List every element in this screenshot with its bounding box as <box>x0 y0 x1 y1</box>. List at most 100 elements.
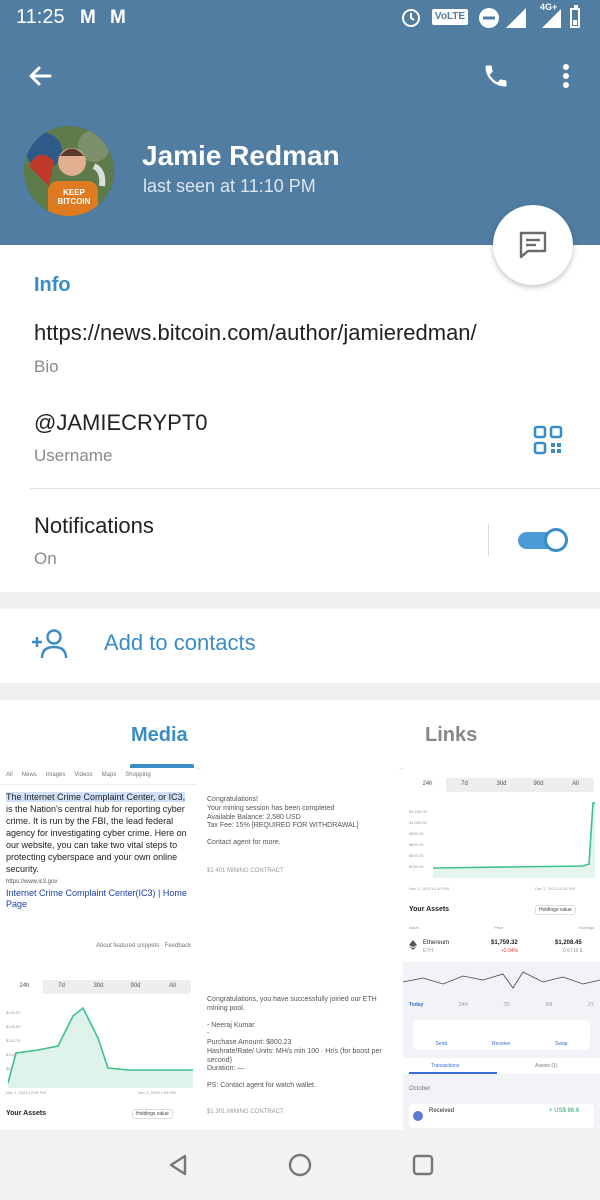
asset-name: Ethereum <box>423 940 450 946</box>
triangle-back-icon <box>169 1154 187 1176</box>
message-line: Available Balance: 2,580 USD <box>207 813 301 821</box>
message-line: Duration: — <box>207 1065 245 1073</box>
tab-links[interactable]: Links <box>425 724 477 747</box>
username-label: Username <box>34 446 113 465</box>
status-time: 11:25 <box>16 6 65 28</box>
dnd-icon <box>478 7 500 34</box>
chart-date: Nov 1, 2023 1:55 PM <box>138 1090 176 1095</box>
phone-icon <box>485 65 507 87</box>
asset-price: $1,759.32 <box>491 940 518 946</box>
call-button[interactable] <box>476 56 516 96</box>
volte-badge: VoLTE <box>432 9 468 25</box>
result-link: Internet Crime Complaint Center(IC3) | H… <box>6 888 187 909</box>
column-header: Price <box>494 925 504 930</box>
signal-icon <box>506 8 526 28</box>
snippet-footer: About featured snippets · Feedback <box>95 942 191 949</box>
recents-nav-button[interactable] <box>405 1147 441 1183</box>
range-tab: All <box>572 781 579 787</box>
period-tab: 24H <box>458 1002 469 1008</box>
notifications-label: Notifications <box>34 513 154 538</box>
snippet-text: is the Nation's central hub for reportin… <box>6 803 187 874</box>
media-thumbnail[interactable]: Congratulations, you have successfully j… <box>201 962 399 1130</box>
add-person-icon <box>30 628 70 665</box>
transactions-tab: Transactions <box>431 1063 460 1069</box>
battery-icon <box>570 5 580 28</box>
add-to-contacts-row[interactable] <box>0 609 600 683</box>
message-line: Tax Fee: 15% [REQUIRED FOR WITHDRAWAL] <box>207 822 359 830</box>
qr-code-button[interactable] <box>528 420 568 460</box>
chat-icon <box>519 231 547 259</box>
range-tab: 24h <box>409 778 446 792</box>
media-thumbnail[interactable]: 24h 7d 30d 90d All $140.67 $126.59 $115.… <box>0 962 197 1130</box>
signal-icon <box>542 9 561 28</box>
y-tick: $1,200.00 <box>409 809 427 814</box>
period-tab: 7D <box>503 1002 510 1008</box>
avatar[interactable]: KEEP BITCOIN <box>24 126 114 216</box>
search-tab: All <box>6 772 13 778</box>
info-title: Info <box>34 274 71 296</box>
add-to-contacts-label: Add to contacts <box>104 630 256 655</box>
source-url: https://www.ic3.gov <box>6 878 58 885</box>
message-button[interactable] <box>493 205 573 285</box>
message-line: - <box>207 1030 210 1038</box>
range-tab: 7d <box>58 983 65 989</box>
y-tick: $600.00 <box>409 842 424 847</box>
message-line: Your mining session has been completed <box>207 804 335 812</box>
alarm-icon <box>400 6 422 33</box>
range-tab: 30d <box>496 781 507 787</box>
assets-tab: Assets (1) <box>535 1063 558 1069</box>
media-thumbnail[interactable]: All News Images Videos Maps Shopping The… <box>0 768 197 958</box>
message-line: Congratulations! <box>207 796 258 803</box>
highlight-text: The Internet Crime Complaint Center, or … <box>6 791 186 802</box>
message-line: Congratulations, you have successfully j… <box>207 996 377 1012</box>
holding-value: $1,208.45 <box>555 940 582 946</box>
column-header: Holdings <box>578 925 594 930</box>
more-vertical-icon <box>563 64 569 88</box>
media-thumbnail[interactable]: Congratulations! Your mining session has… <box>201 768 399 958</box>
period-tab: Today <box>409 1002 424 1008</box>
holding-amount: 0.6716 E <box>563 948 584 954</box>
message-line: Contact agent for more. <box>207 839 281 846</box>
media-grid: All News Images Videos Maps Shopping The… <box>0 768 600 1130</box>
search-tab: Maps <box>101 772 117 778</box>
tx-amount: + US$ 86.6 <box>549 1108 580 1114</box>
range-tab: 90d <box>130 983 141 989</box>
home-nav-button[interactable] <box>282 1147 318 1183</box>
range-tab: All <box>169 983 176 989</box>
bio-value[interactable]: https://news.bitcoin.com/author/jamiered… <box>34 320 477 346</box>
divider <box>488 524 489 556</box>
search-tab: Images <box>45 772 66 778</box>
avatar-shirt-text: KEEP BITCOIN <box>57 188 91 206</box>
back-button[interactable] <box>20 56 60 96</box>
arrow-left-icon <box>29 66 52 86</box>
active-tab-indicator <box>409 1072 497 1074</box>
asset-symbol: ETH <box>423 948 433 954</box>
media-thumbnail[interactable]: 24h 7d 30d 90d All $1,200.00 $1,000.00 $… <box>403 768 600 958</box>
more-options-button[interactable] <box>546 56 586 96</box>
profile-name: Jamie Redman <box>142 140 340 171</box>
month-label: October <box>409 1086 431 1092</box>
media-thumbnail[interactable]: Today 24H 7D 1M 1Y Send Receive Swap Tra… <box>403 962 600 1130</box>
price-chart <box>433 802 595 878</box>
message-line: - Neeraj Kumar <box>207 1021 255 1029</box>
tab-media[interactable]: Media <box>131 724 188 747</box>
message-footer: $1 301 MINING CONTRACT <box>207 1108 284 1115</box>
notifications-toggle[interactable] <box>518 526 568 554</box>
message-line: Hashrate/Rate/ Units: MH/s min 100 · Hr/… <box>207 1047 382 1064</box>
search-tab: News <box>21 772 37 778</box>
period-tab: 1Y <box>587 1002 594 1008</box>
qr-code-icon <box>533 425 563 455</box>
received-icon <box>413 1111 423 1121</box>
username-value[interactable]: @JAMIECRYPT0 <box>34 410 208 436</box>
holdings-select: Holdings value <box>535 905 576 916</box>
message-footer: $1 401 MINING CONTRACT <box>207 867 284 874</box>
y-tick: $200.00 <box>409 864 424 869</box>
holdings-select: Holdings value <box>132 1109 173 1120</box>
search-tab: Videos <box>74 772 93 778</box>
assets-title: Your Assets <box>6 1110 47 1117</box>
ethereum-icon <box>409 940 417 950</box>
period-tab: 1M <box>545 1002 553 1008</box>
divider <box>30 488 600 489</box>
toggle-knob <box>544 528 568 552</box>
back-nav-button[interactable] <box>160 1147 196 1183</box>
